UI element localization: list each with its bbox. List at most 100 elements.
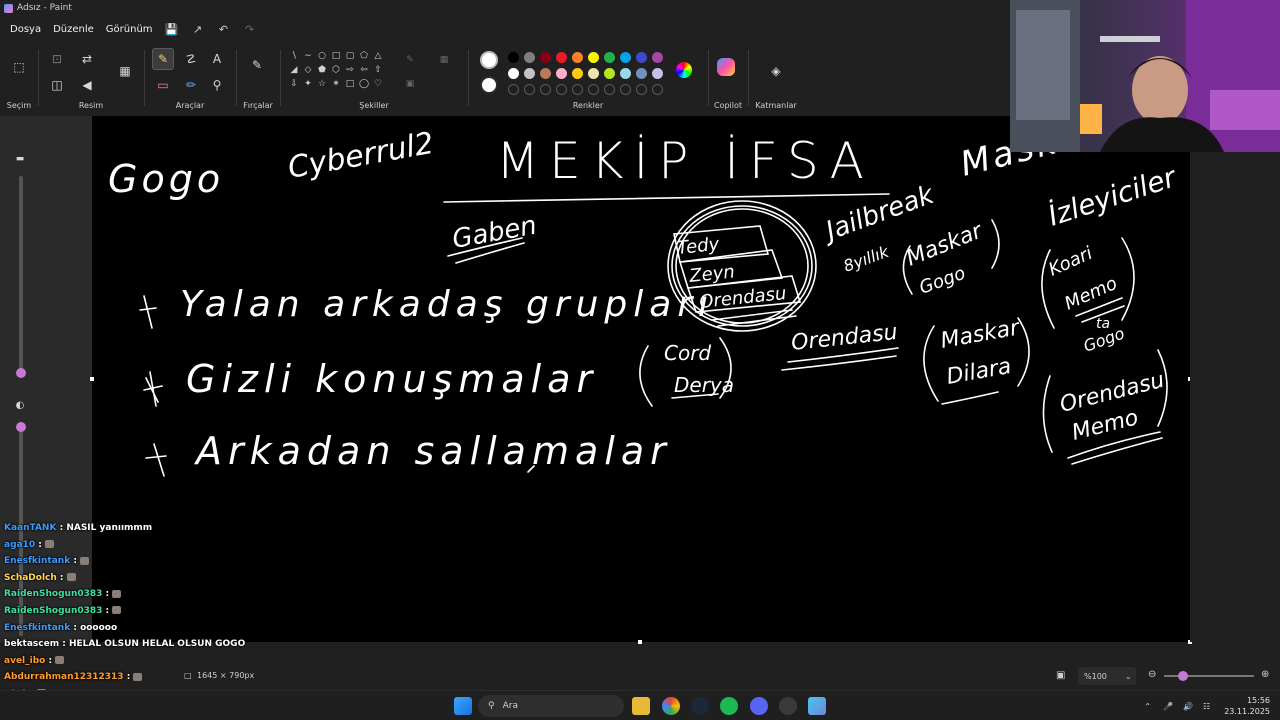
discord-icon[interactable] [750, 697, 768, 715]
pentagon-shape-icon[interactable]: ⬟ [316, 64, 328, 76]
flip-icon[interactable]: ◫ [46, 74, 68, 96]
triangle-shape-icon[interactable]: △ [372, 50, 384, 62]
custom-color-slot[interactable] [620, 84, 631, 95]
secondary-color-swatch[interactable] [480, 76, 498, 94]
zoom-in-icon[interactable]: ⊕ [1261, 669, 1269, 680]
right-triangle-shape-icon[interactable]: ◢ [288, 64, 300, 76]
text-icon[interactable]: A [206, 48, 228, 70]
star5-shape-icon[interactable]: ☆ [316, 78, 328, 90]
menu-file[interactable]: Dosya [4, 24, 47, 35]
arrow-down-shape-icon[interactable]: ⇩ [288, 78, 300, 90]
arrow-right-shape-icon[interactable]: ⇨ [344, 64, 356, 76]
start-icon[interactable] [454, 697, 472, 715]
clock[interactable]: 15:56 23.11.2025 [1224, 695, 1270, 717]
color-swatch[interactable] [508, 52, 519, 63]
color-swatch[interactable] [540, 68, 551, 79]
resize-handle-bottom[interactable] [638, 640, 642, 644]
fill-style-icon[interactable]: ▦ [438, 54, 450, 66]
color-swatch[interactable] [524, 68, 535, 79]
brush-icon[interactable]: ✎ [246, 54, 268, 76]
edit-colors-icon[interactable] [676, 62, 692, 78]
star6-shape-icon[interactable]: ✶ [330, 78, 342, 90]
rectangle-shape-icon[interactable]: □ [330, 50, 342, 62]
color-swatch[interactable] [556, 68, 567, 79]
color-picker-icon[interactable]: ✏ [180, 74, 202, 96]
color-swatch[interactable] [636, 52, 647, 63]
custom-color-slot[interactable] [572, 84, 583, 95]
color-swatch[interactable] [588, 52, 599, 63]
chevron-up-icon[interactable]: ⌃ [1144, 702, 1151, 711]
primary-color-swatch[interactable] [480, 51, 498, 69]
arrow-up-shape-icon[interactable]: ⇧ [372, 64, 384, 76]
magnifier-icon[interactable]: ⚲ [206, 74, 228, 96]
zoom-slider[interactable] [1164, 671, 1254, 681]
size-slider[interactable] [16, 176, 26, 378]
color-swatch[interactable] [636, 68, 647, 79]
line-shape-icon[interactable]: ∖ [288, 50, 300, 62]
arrow-left-shape-icon[interactable]: ⇦ [358, 64, 370, 76]
callout-rect-shape-icon[interactable]: □ [344, 78, 356, 90]
color-swatch[interactable] [620, 52, 631, 63]
eraser-icon[interactable]: ▭ [152, 74, 174, 96]
copilot-icon[interactable] [717, 58, 735, 76]
zoom-slider-thumb[interactable] [1178, 671, 1188, 681]
shape-fill-icon[interactable]: ▣ [404, 78, 416, 90]
menu-edit[interactable]: Düzenle [47, 24, 100, 35]
color-swatch[interactable] [588, 68, 599, 79]
image-select-icon[interactable]: ▦ [114, 60, 136, 82]
custom-color-slot[interactable] [508, 84, 519, 95]
fill-icon[interactable]: ☡ [180, 48, 202, 70]
color-swatch[interactable] [652, 68, 663, 79]
custom-color-slot[interactable] [636, 84, 647, 95]
color-swatch[interactable] [572, 52, 583, 63]
color-swatch[interactable] [524, 52, 535, 63]
color-swatch[interactable] [540, 52, 551, 63]
color-swatch[interactable] [572, 68, 583, 79]
spotify-icon[interactable] [720, 697, 738, 715]
share-icon[interactable]: ↗ [185, 23, 211, 36]
star4-shape-icon[interactable]: ✦ [302, 78, 314, 90]
size-slider-thumb[interactable] [16, 368, 26, 378]
chrome-icon[interactable] [662, 697, 680, 715]
curve-shape-icon[interactable]: ∼ [302, 50, 314, 62]
pencil-icon[interactable]: ✎ [152, 48, 174, 70]
oval-shape-icon[interactable]: ○ [316, 50, 328, 62]
custom-color-slot[interactable] [556, 84, 567, 95]
opacity-slider-thumb[interactable] [16, 422, 26, 432]
save-icon[interactable]: 💾 [159, 23, 185, 36]
color-swatch[interactable] [604, 52, 615, 63]
file-explorer-icon[interactable] [632, 697, 650, 715]
search-box[interactable]: ⚲ Ara [478, 695, 624, 717]
custom-color-slot[interactable] [588, 84, 599, 95]
layers-icon[interactable]: ◈ [765, 60, 787, 82]
color-swatch[interactable] [508, 68, 519, 79]
color-swatch[interactable] [620, 68, 631, 79]
callout-oval-shape-icon[interactable]: ◯ [358, 78, 370, 90]
color-swatch[interactable] [652, 52, 663, 63]
undo-icon[interactable]: ↶ [211, 23, 237, 36]
rotate-icon[interactable]: ◀ [76, 74, 98, 96]
network-icon[interactable]: ☷ [1203, 702, 1210, 711]
volume-icon[interactable]: 🔊 [1183, 702, 1193, 711]
fit-window-icon[interactable]: ▣ [1056, 670, 1065, 681]
steam-icon[interactable] [691, 697, 709, 715]
diamond-shape-icon[interactable]: ◇ [302, 64, 314, 76]
hexagon-shape-icon[interactable]: ⬡ [330, 64, 342, 76]
crop-icon[interactable]: ⊡ [46, 48, 68, 70]
resize-icon[interactable]: ⇄ [76, 48, 98, 70]
resize-handle-left[interactable] [90, 377, 94, 381]
zoom-out-icon[interactable]: ⊖ [1148, 669, 1156, 680]
color-swatch[interactable] [604, 68, 615, 79]
settings-icon[interactable] [779, 697, 797, 715]
select-rectangle-icon[interactable]: ⬚ [8, 56, 30, 78]
custom-color-slot[interactable] [652, 84, 663, 95]
zoom-select[interactable]: %100 ⌄ [1078, 667, 1136, 685]
menu-view[interactable]: Görünüm [100, 24, 159, 35]
heart-shape-icon[interactable]: ♡ [372, 78, 384, 90]
microphone-icon[interactable]: 🎤 [1163, 702, 1173, 711]
custom-color-slot[interactable] [540, 84, 551, 95]
rounded-rect-shape-icon[interactable]: ▢ [344, 50, 356, 62]
custom-color-slot[interactable] [604, 84, 615, 95]
polygon-shape-icon[interactable]: ⬠ [358, 50, 370, 62]
redo-icon[interactable]: ↷ [237, 23, 263, 36]
